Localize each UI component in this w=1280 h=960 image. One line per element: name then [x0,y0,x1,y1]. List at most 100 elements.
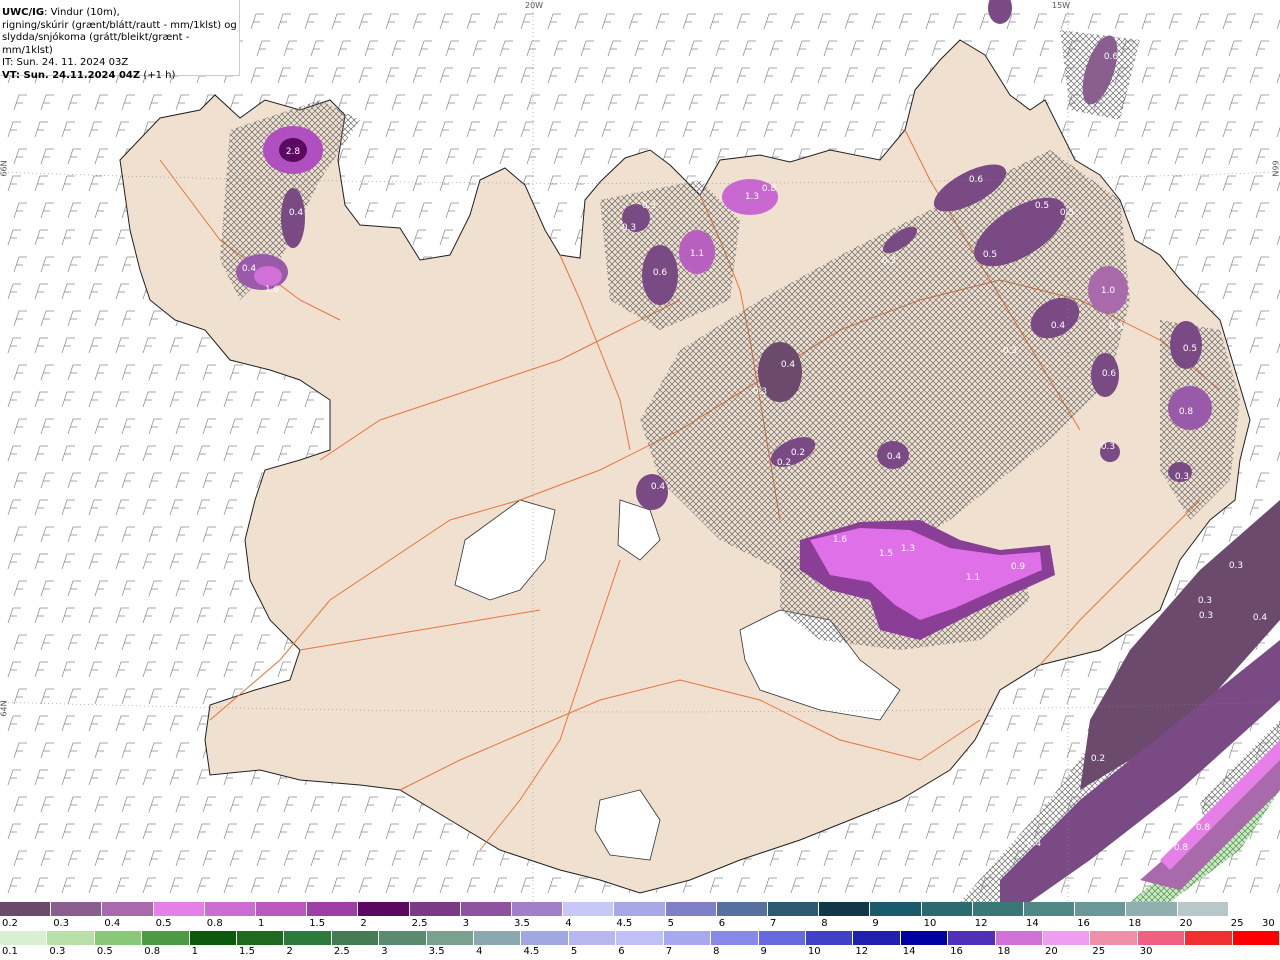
legend-label: 0.8 [206,918,223,929]
legend-label: 6 [718,918,726,929]
legend-swatch [870,902,922,916]
precip-label: 0.4 [1051,321,1066,331]
legend-swatch [663,931,712,945]
legend-label: 0.3 [49,946,66,957]
precip-label: 0.3 [1003,346,1017,356]
legend-swatch [51,902,103,916]
legend-swatch [995,931,1043,945]
legend-swatch [153,902,205,916]
legend-label: 14 [902,946,916,957]
precip-label: 0.8 [1174,843,1189,853]
legend-label: 4 [565,918,572,929]
legend-label: 8 [821,918,828,929]
legend-swatch [1042,931,1091,945]
legend-label: 25 [1230,918,1244,929]
legend-label: 25 [1092,946,1106,957]
legend-label: 4.5 [523,946,540,957]
legend-label: 2 [360,918,367,929]
legend-label: 4 [476,946,483,957]
precip-label: 0.4 [887,452,902,462]
title-line-3: slydda/snjókoma (grátt/bleikt/grænt - mm… [2,32,190,56]
legend-swatch [1228,902,1280,916]
legend-label: 18 [997,946,1011,957]
precip-label: 0.3 [1199,611,1213,621]
legend-label: 4.5 [616,918,633,929]
precip-label: 0.3 [1128,834,1142,844]
legend-swatch [1177,902,1229,916]
legend-swatch [1126,902,1178,916]
precip-label: 0.6 [969,175,984,185]
legend-swatch [409,902,461,916]
legend-swatch [900,931,949,945]
legend-swatch [512,902,564,916]
legend-label: 18 [1128,918,1142,929]
precip-label: 1.6 [265,285,280,295]
legend-swatch [614,902,666,916]
legend-label: 8 [713,946,720,957]
legend-label: 5 [570,946,578,957]
legend-label: 0.4 [104,918,121,929]
legend-swatch [1232,931,1280,945]
legend-swatch [0,931,48,945]
legend-label: 3 [462,918,470,929]
precip-label: 2.8 [286,147,301,157]
legend-swatch [189,931,238,945]
legend-swatch [563,902,615,916]
legend-swatch [307,902,359,916]
legend-label: 0.8 [144,946,161,957]
legend-swatch [665,902,717,916]
legend-swatch [521,931,569,945]
legend-swatch [102,902,154,916]
legend-label: 12 [855,946,869,957]
legend-swatch [331,931,380,945]
legend-swatch [921,902,973,916]
legend-swatch [94,931,143,945]
title-rest: : Vindur (10m), [44,7,120,18]
legend-swatch [819,902,871,916]
legend-swatch [256,902,308,916]
legend-label: 6 [618,946,625,957]
map-info-box: UWC/IG: Vindur (10m), rigning/skúrir (gr… [0,0,240,81]
precip-label: 0.3 [642,201,656,211]
legend-label: 20 [1179,918,1193,929]
precip-label: 0.2 [1091,754,1105,764]
legend-label: 5 [667,918,674,929]
legend-swatch [474,931,522,945]
legend-swatch [616,931,664,945]
precip-label: 0.3 [882,256,896,266]
precip-label: 0.3 [1198,596,1212,606]
legend-label: 16 [1077,918,1090,929]
lat-label-64n-left: 64N [0,700,9,717]
legend-swatch [1075,902,1127,916]
precip-label: 1.0 [1101,286,1116,296]
legend-swatch [1137,931,1186,945]
legend-swatch [204,902,257,916]
legend-swatch [711,931,759,945]
legend-snow-colorbar [0,902,1280,916]
legend-swatch [972,902,1025,916]
legend-label: 3.5 [428,946,445,957]
precip-label: 0.2 [777,458,791,468]
legend-label: 9 [872,918,879,929]
precip-label: 0.3 [1109,322,1123,332]
valid-time-label: VT: Sun. 24.11.2024 04Z [2,69,141,81]
lat-label-66n-right: 66N [1270,160,1280,177]
title-line: UWC/IG: Vindur (10m), [2,7,239,20]
legend-swatch [142,931,190,945]
precip-label: 0.3 [1101,442,1115,452]
precip-label: 0.2 [791,448,805,458]
legend-swatch [758,931,806,945]
legend-swatch [426,931,475,945]
precip-label: 0.8 [1196,823,1211,833]
precip-label: 0.5 [1060,208,1074,218]
precip-label: 0.6 [653,268,668,278]
legend-swatch [237,931,285,945]
valid-offset: (+1 h) [143,69,176,81]
legend-label: 2.5 [333,946,350,957]
legend-label: 0.5 [155,918,172,929]
legend-label: 7 [665,946,673,957]
precip-label: 0.4 [1027,839,1042,849]
precip-label: 0.9 [1011,562,1026,572]
legend-label: 1.5 [309,918,326,929]
lon-label-15w: 15W [1052,1,1071,10]
